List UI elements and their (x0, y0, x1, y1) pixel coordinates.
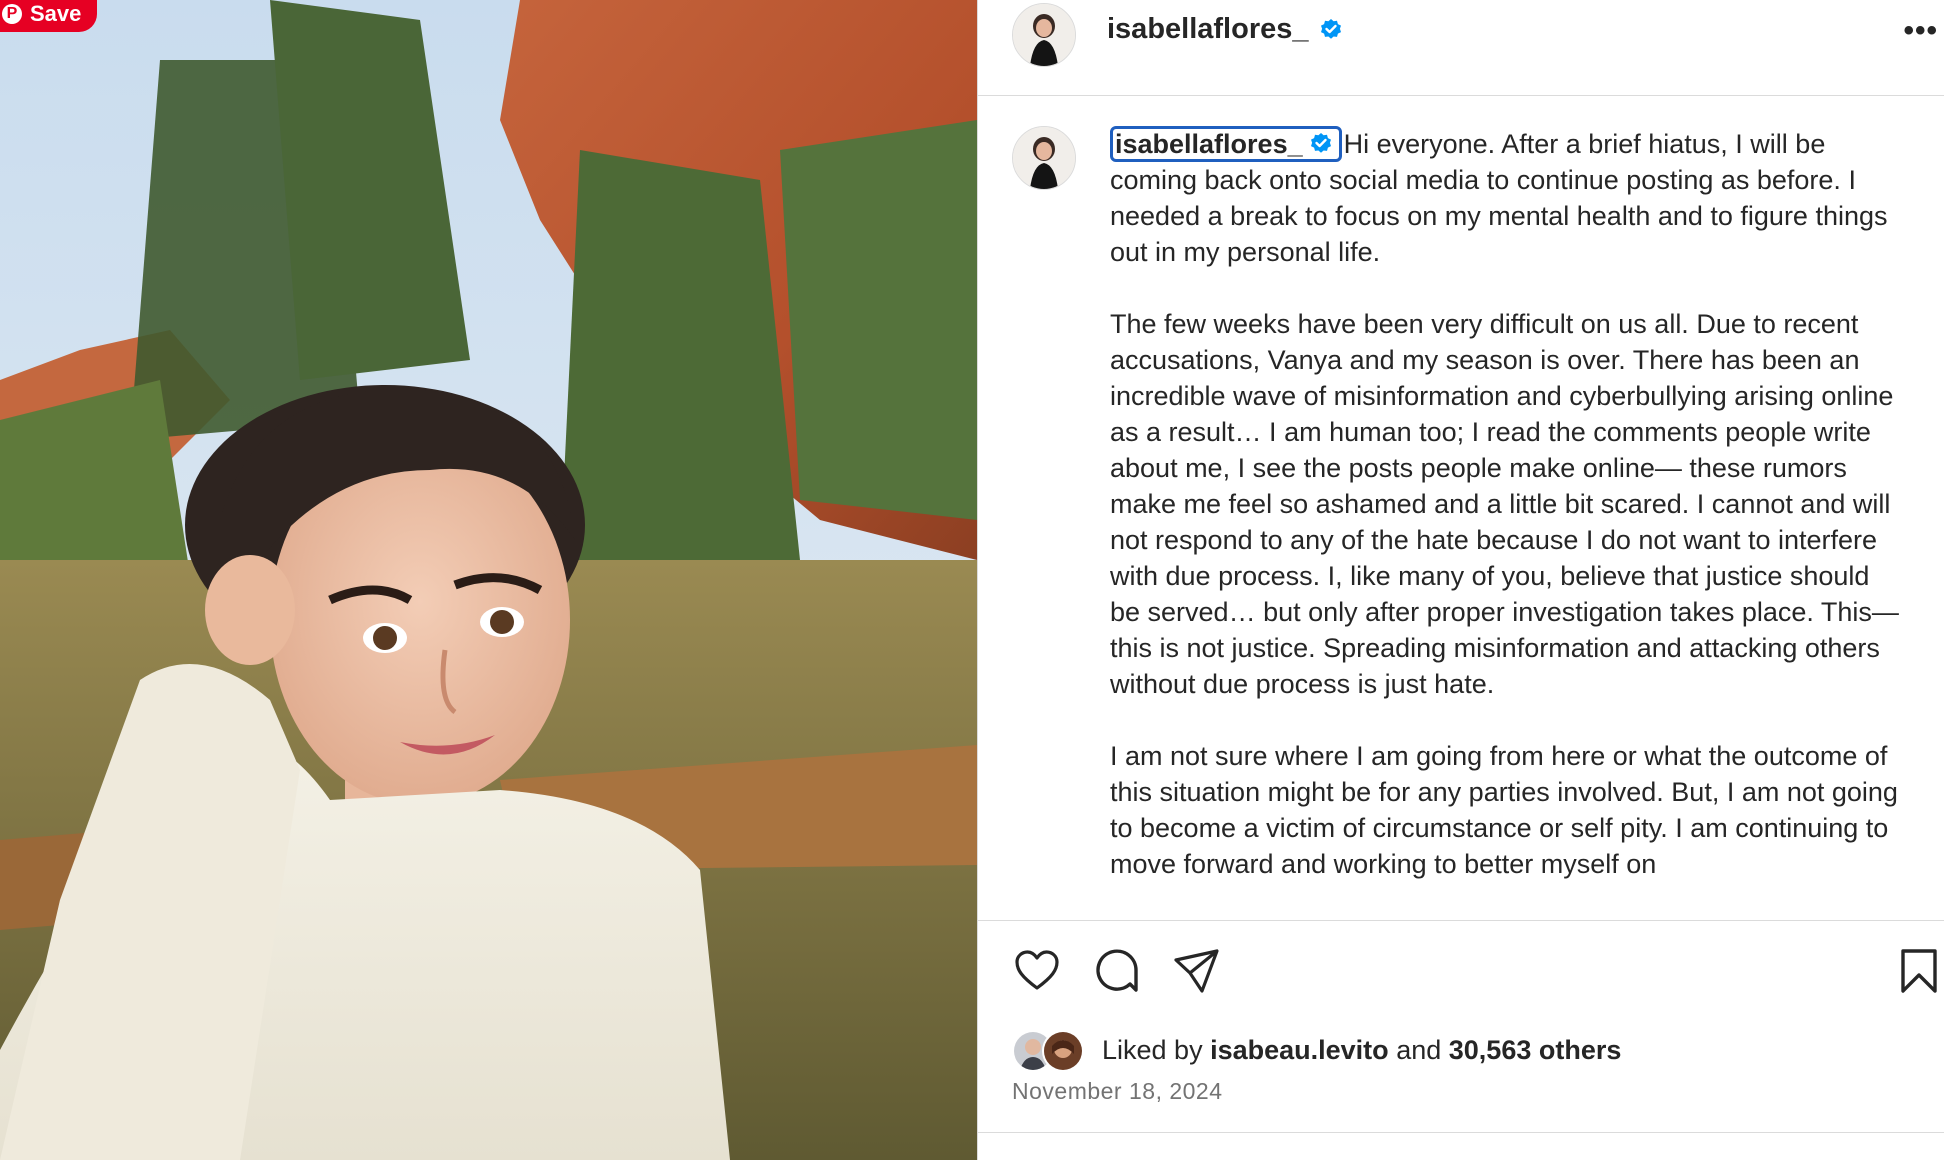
comment-glyph (1096, 949, 1138, 992)
avatar-image (1013, 127, 1075, 189)
caption-username: isabellaflores_ (1115, 129, 1303, 159)
photo-illustration (0, 0, 977, 1160)
verified-badge-icon (1320, 18, 1341, 39)
bookmark-icon[interactable] (1894, 946, 1944, 996)
comment-icon[interactable] (1092, 946, 1142, 996)
post-details-panel: isabellaflores_ ••• isabellaflores_ Hi ev… (977, 0, 1944, 1160)
caption-paragraph: I am not sure where I am going from here… (1110, 741, 1898, 879)
liker-avatar (1042, 1030, 1084, 1072)
pinterest-save-button[interactable]: P Save (0, 0, 98, 32)
likes-summary: Liked by isabeau.levito and 30,563 other… (1012, 1030, 1622, 1072)
verified-badge-icon (1310, 133, 1331, 153)
post-date[interactable]: November 18, 2024 (1012, 1078, 1223, 1105)
caption-username-link[interactable]: isabellaflores_ (1110, 126, 1342, 162)
likes-prefix: Liked by (1102, 1034, 1203, 1065)
liker-username-link[interactable]: isabeau.levito (1210, 1035, 1389, 1066)
divider (978, 1132, 1944, 1133)
caption-paragraph: isabellaflores_ Hi everyone. After a brie… (1110, 126, 1900, 270)
post-caption: isabellaflores_ Hi everyone. After a brie… (1110, 126, 1900, 918)
more-options-icon[interactable]: ••• (1903, 16, 1938, 46)
post-actions-bar (978, 940, 1944, 1000)
author-username-link[interactable]: isabellaflores_ (1107, 13, 1343, 46)
caption-scroll-area[interactable]: isabellaflores_ Hi everyone. After a brie… (978, 96, 1944, 921)
save-glyph (1901, 949, 1937, 993)
author-avatar[interactable] (1012, 3, 1076, 67)
save-label: Save (30, 1, 82, 26)
liker-avatars[interactable] (1012, 1030, 1090, 1072)
likes-others-link[interactable]: 30,563 others (1449, 1035, 1622, 1066)
caption-author-avatar[interactable] (1012, 126, 1076, 190)
post-photo[interactable]: P Save (0, 0, 977, 1160)
send-icon[interactable] (1172, 946, 1222, 996)
like-glyph (1015, 950, 1059, 990)
pinterest-logo-icon: P (2, 4, 22, 24)
author-username: isabellaflores_ (1107, 13, 1309, 45)
avatar-image (1013, 4, 1075, 66)
share-glyph (1174, 949, 1219, 993)
post-header: isabellaflores_ ••• (978, 0, 1944, 96)
likes-joiner: and (1396, 1034, 1442, 1065)
caption-paragraph: The few weeks have been very difficult o… (1110, 309, 1899, 699)
instagram-post-view: P Save isabellaflores_ ••• isabellaflore… (0, 0, 1944, 1160)
heart-icon[interactable] (1012, 946, 1062, 996)
